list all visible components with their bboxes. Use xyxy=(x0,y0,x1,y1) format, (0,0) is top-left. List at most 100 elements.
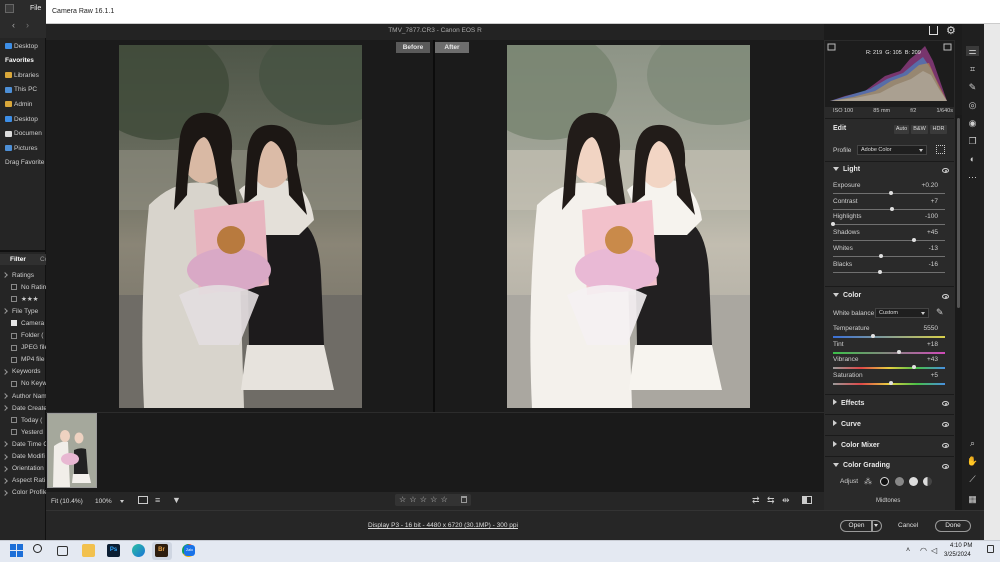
temperature-value[interactable]: 5550 xyxy=(900,325,938,332)
filter-item[interactable]: No Keyw xyxy=(0,378,46,390)
presets-icon[interactable]: ◐ xyxy=(966,154,979,164)
tint-slider-track[interactable] xyxy=(833,351,945,354)
filter-checkbox[interactable] xyxy=(11,417,17,424)
windows-start-icon[interactable] xyxy=(10,544,23,557)
blacks-slider-track[interactable] xyxy=(833,271,945,273)
shadow-clipping-icon[interactable] xyxy=(827,43,836,51)
blacks-slider-knob[interactable] xyxy=(878,269,883,274)
contrast-value[interactable]: +7 xyxy=(900,198,938,205)
task-view-icon[interactable] xyxy=(57,546,68,556)
crop-icon[interactable]: ⌗ xyxy=(966,64,979,74)
filter-item[interactable]: Camera xyxy=(0,317,46,329)
bridge-file-menu[interactable]: File xyxy=(30,5,41,12)
whites-value[interactable]: -13 xyxy=(900,245,938,252)
filter-checkbox[interactable] xyxy=(11,429,17,436)
filter-item[interactable]: Author Nam xyxy=(0,390,46,402)
trash-icon[interactable] xyxy=(461,496,467,503)
settings-gear-icon[interactable]: ⚙ xyxy=(946,24,956,37)
masking-icon[interactable]: ◎ xyxy=(966,100,979,110)
filter-checkbox[interactable] xyxy=(11,320,17,327)
midtones-wheel-icon[interactable] xyxy=(895,477,904,486)
filter-item[interactable]: No Rating xyxy=(0,281,46,293)
bridge-nav-item[interactable]: Desktop xyxy=(0,40,46,52)
shadows-wheel-icon[interactable] xyxy=(880,477,889,486)
filter-item[interactable]: Aspect Rati xyxy=(0,475,46,487)
tray-chevron-icon[interactable]: ˄ xyxy=(906,547,910,554)
highlights-value[interactable]: -100 xyxy=(900,213,938,220)
swap-before-after-icon[interactable]: ⇄ xyxy=(752,495,760,506)
shadows-slider-knob[interactable] xyxy=(911,238,916,243)
zoom-100[interactable]: 100% xyxy=(95,498,112,505)
highlights-wheel-icon[interactable] xyxy=(909,477,918,486)
color-visibility-icon[interactable] xyxy=(942,294,949,299)
grid-overlay-icon[interactable]: ▦ xyxy=(966,494,979,504)
back-arrow-icon[interactable]: ‹ xyxy=(12,20,15,30)
color-mixer-visibility-icon[interactable] xyxy=(942,443,949,448)
filter-checkbox[interactable] xyxy=(11,284,17,291)
fit-zoom[interactable]: Fit (10.4%) xyxy=(51,498,83,505)
rating-stars[interactable]: ☆ ☆ ☆ ☆ ☆ xyxy=(399,495,448,504)
toggle-settings-icon[interactable]: ⇹ xyxy=(782,495,790,506)
hand-tool-icon[interactable]: ✋ xyxy=(966,456,979,466)
saturation-value[interactable]: +5 xyxy=(900,372,938,379)
global-wheel-icon[interactable] xyxy=(923,477,932,486)
filter-item[interactable]: Keywords xyxy=(0,366,46,378)
before-label[interactable]: Before xyxy=(396,42,430,53)
done-button[interactable]: Done xyxy=(935,520,971,532)
bridge-nav-item[interactable]: Desktop xyxy=(0,113,46,125)
bw-button[interactable]: B&W xyxy=(911,125,928,134)
bridge-nav-item[interactable]: Drag Favorite xyxy=(0,157,46,169)
filter-item[interactable]: Ratings xyxy=(0,269,46,281)
color-grading-visibility-icon[interactable] xyxy=(942,464,949,469)
search-icon[interactable] xyxy=(33,544,42,553)
filter-item[interactable]: Orientation xyxy=(0,463,46,475)
color-sampler-icon[interactable]: ⟋ xyxy=(966,474,979,484)
filter-item[interactable]: ★★★ xyxy=(0,293,46,305)
healing-icon[interactable]: ✎ xyxy=(966,82,979,92)
bridge-nav-item[interactable]: Libraries xyxy=(0,69,46,81)
open-button[interactable]: Open xyxy=(840,520,873,532)
filter-funnel-icon[interactable]: ▼ xyxy=(172,495,181,505)
three-way-icon[interactable]: ⁂ xyxy=(864,477,872,486)
file-explorer-icon[interactable] xyxy=(82,544,95,557)
compare-divider[interactable] xyxy=(433,40,435,412)
filter-item[interactable]: Date Modifi xyxy=(0,451,46,463)
filter-item[interactable]: Yesterd xyxy=(0,426,46,438)
effects-visibility-icon[interactable] xyxy=(942,401,949,406)
zoom-tool-icon[interactable]: ⌕ xyxy=(966,438,979,448)
bridge-nav-item[interactable]: Favorites xyxy=(0,55,46,67)
filter-item[interactable]: Today ( xyxy=(0,414,46,426)
workflow-options-link[interactable]: Display P3 - 16 bit - 4480 x 6720 (30.1M… xyxy=(368,522,518,529)
filter-item[interactable]: Folder ( xyxy=(0,330,46,342)
bridge-nav-item[interactable]: Documen xyxy=(0,128,46,140)
contrast-slider-track[interactable] xyxy=(833,208,945,210)
sort-icon[interactable]: ≡ xyxy=(155,495,160,505)
filter-tab[interactable]: Filter xyxy=(10,256,26,263)
blacks-value[interactable]: -16 xyxy=(900,261,938,268)
hdr-button[interactable]: HDR xyxy=(930,125,947,134)
zalo-icon[interactable]: Zalo xyxy=(184,545,195,556)
profile-dropdown[interactable]: Adobe Color xyxy=(857,145,927,155)
volume-icon[interactable]: ◁ xyxy=(931,546,937,555)
auto-button[interactable]: Auto xyxy=(894,125,909,134)
scrollbar-thumb[interactable] xyxy=(957,118,960,308)
filter-checkbox[interactable] xyxy=(11,296,17,303)
whites-slider-track[interactable] xyxy=(833,255,945,257)
tint-value[interactable]: +18 xyxy=(900,341,938,348)
more-icon[interactable]: ⋯ xyxy=(966,172,979,182)
save-icon[interactable] xyxy=(929,26,938,35)
filter-item[interactable]: Color Profile xyxy=(0,487,46,499)
curve-visibility-icon[interactable] xyxy=(942,422,949,427)
vibrance-slider-track[interactable] xyxy=(833,367,945,370)
highlight-clipping-icon[interactable] xyxy=(943,43,952,51)
red-eye-icon[interactable]: ◉ xyxy=(966,118,979,128)
forward-arrow-icon[interactable]: › xyxy=(26,20,29,30)
profile-browser-icon[interactable] xyxy=(936,145,945,154)
edge-icon[interactable] xyxy=(132,544,145,557)
clock-time[interactable]: 4:10 PM xyxy=(950,543,972,549)
filmstrip-thumbnail[interactable] xyxy=(47,413,97,488)
snapshots-icon[interactable]: ❐ xyxy=(966,136,979,146)
bridge-icon[interactable]: Br xyxy=(155,544,168,557)
bridge-nav-item[interactable]: Admin xyxy=(0,98,46,110)
filter-item[interactable]: Date Create xyxy=(0,402,46,414)
